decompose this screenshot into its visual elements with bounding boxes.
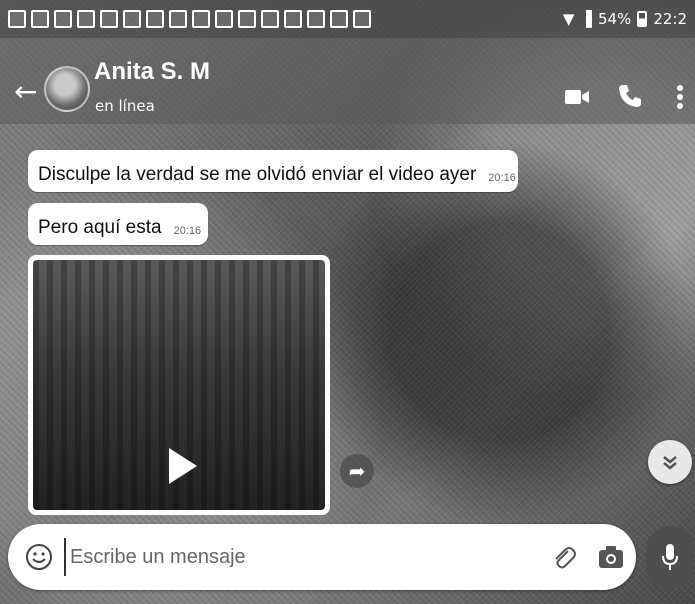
check-icon (307, 10, 325, 28)
wifi-icon: ▼ (562, 10, 575, 28)
message-bubble[interactable]: Pero aquí esta 20:16 (28, 203, 208, 245)
facebook-icon (31, 10, 49, 28)
battery-icon (637, 11, 648, 27)
map-icon (169, 10, 187, 28)
app-icon (192, 10, 210, 28)
message-time: 20:16 (488, 172, 516, 184)
phone-icon[interactable] (616, 82, 644, 110)
check-icon (238, 10, 256, 28)
chevron-down-icon (663, 456, 677, 470)
paperclip-icon[interactable] (548, 542, 578, 572)
video-message[interactable] (28, 255, 330, 515)
forward-icon[interactable]: ➦ (340, 454, 374, 488)
message-time: 20:16 (173, 225, 202, 237)
video-call-icon[interactable] (564, 86, 590, 108)
message-bubble[interactable]: Disculpe la verdad se me olvidó enviar e… (28, 150, 518, 192)
sync-icon (261, 10, 279, 28)
status-indicators: ▼ ▐ 54% 22:2 (563, 10, 687, 28)
clock: 22:2 (653, 10, 687, 28)
image-icon (330, 10, 348, 28)
scroll-down-button[interactable] (648, 440, 692, 484)
bell-icon (123, 10, 141, 28)
bell-icon (100, 10, 118, 28)
contact-name[interactable]: Anita S. M (94, 58, 210, 86)
battery-percent: 54% (597, 10, 632, 28)
contact-status: en línea (95, 97, 155, 115)
back-arrow-icon[interactable]: ← (14, 78, 37, 106)
mic-button[interactable] (646, 526, 694, 588)
more-options-icon[interactable] (676, 84, 684, 110)
microphone-icon (662, 544, 678, 570)
message-icon (146, 10, 164, 28)
notification-icons (8, 10, 371, 28)
circle-icon (353, 10, 371, 28)
facebook-icon (8, 10, 26, 28)
avatar[interactable] (44, 66, 90, 112)
chat-header: ← Anita S. M en línea (0, 38, 695, 124)
a-icon (215, 10, 233, 28)
facebook-icon (54, 10, 72, 28)
video-thumbnail[interactable] (33, 260, 325, 510)
gmail-icon (77, 10, 95, 28)
emoji-icon[interactable] (24, 542, 54, 572)
message-text: Pero aquí esta (38, 217, 162, 238)
image-icon (284, 10, 302, 28)
camera-icon[interactable] (596, 542, 626, 572)
message-input[interactable] (64, 538, 524, 576)
status-bar: ▼ ▐ 54% 22:2 (0, 0, 695, 38)
play-icon[interactable] (169, 448, 197, 484)
signal-icon: ▐ (580, 10, 592, 28)
message-composer (8, 524, 636, 590)
message-text: Disculpe la verdad se me olvidó enviar e… (38, 164, 477, 185)
